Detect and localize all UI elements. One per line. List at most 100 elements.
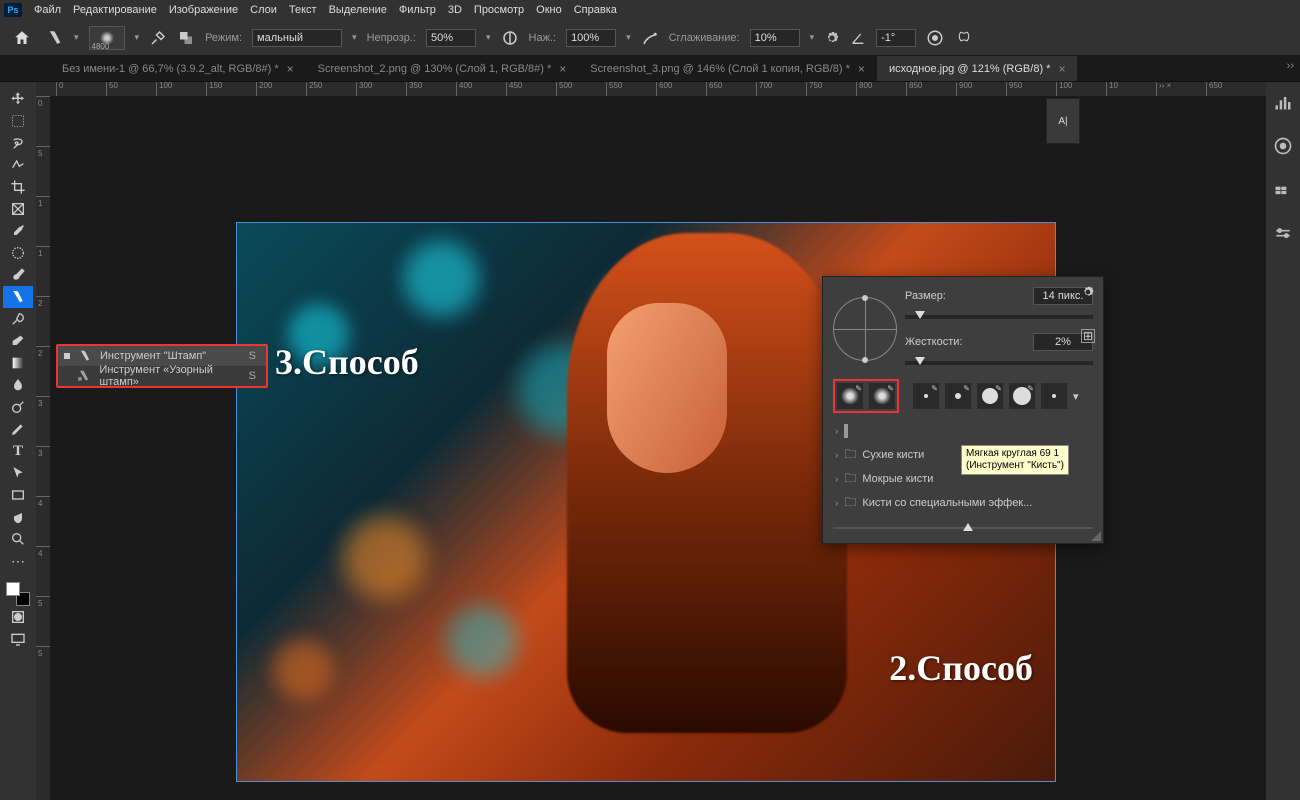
home-button[interactable] xyxy=(8,24,36,52)
zoom-tool[interactable] xyxy=(3,528,33,550)
brush-preset[interactable]: ✎ xyxy=(1009,383,1035,409)
histogram-icon[interactable] xyxy=(1273,92,1293,112)
brush-size-value: 4800 xyxy=(92,42,110,51)
chevron-down-icon[interactable]: ▾ xyxy=(1073,390,1079,403)
flyout-item-clone-stamp[interactable]: Инструмент "Штамп" S xyxy=(58,346,266,366)
resize-handle-icon[interactable] xyxy=(1091,531,1101,541)
history-brush-tool[interactable] xyxy=(3,308,33,330)
menu-view[interactable]: Просмотр xyxy=(474,4,524,16)
marquee-tool[interactable] xyxy=(3,110,33,132)
brush-preset[interactable]: ✎ xyxy=(977,383,1003,409)
pressure-size-icon[interactable] xyxy=(926,29,944,47)
close-icon[interactable]: × xyxy=(559,62,566,76)
spot-heal-tool[interactable] xyxy=(3,242,33,264)
close-icon[interactable]: × xyxy=(858,62,865,76)
menu-filter[interactable]: Фильтр xyxy=(399,4,436,16)
smoothing-input[interactable] xyxy=(750,29,800,47)
foreground-color-swatch[interactable] xyxy=(6,582,20,596)
ruler-tick: 50 xyxy=(106,82,156,96)
brush-preset[interactable]: ✎ xyxy=(913,383,939,409)
flow-input[interactable] xyxy=(566,29,616,47)
brush-angle-control[interactable] xyxy=(833,297,897,361)
menu-type[interactable]: Текст xyxy=(289,4,317,16)
frame-tool[interactable] xyxy=(3,198,33,220)
tool-preset-icon[interactable] xyxy=(46,29,64,47)
airbrush-icon[interactable] xyxy=(641,29,659,47)
brush-preset[interactable]: ✎ xyxy=(869,383,895,409)
swatches-icon[interactable] xyxy=(1273,180,1293,200)
gradient-tool[interactable] xyxy=(3,352,33,374)
ruler-tick: 3 xyxy=(36,446,50,496)
brush-folder[interactable]: › 🗀 Кисти со специальными эффек... xyxy=(833,491,1093,515)
close-icon[interactable]: × xyxy=(1058,62,1065,76)
chevron-down-icon[interactable]: ▾ xyxy=(74,32,79,43)
ruler-horizontal[interactable]: 0 50 100 150 200 250 300 350 400 450 500… xyxy=(36,82,1266,96)
brush-tool[interactable] xyxy=(3,264,33,286)
opacity-input[interactable] xyxy=(426,29,476,47)
path-select-tool[interactable] xyxy=(3,462,33,484)
ruler-extras-box[interactable]: A| xyxy=(1046,98,1080,144)
chevron-down-icon[interactable]: ▾ xyxy=(626,32,631,43)
chevron-down-icon[interactable]: ▾ xyxy=(135,32,140,43)
brush-tooltip: Мягкая круглая 69 1 (Инструмент "Кисть") xyxy=(961,445,1069,475)
gear-icon[interactable] xyxy=(824,30,840,46)
new-brush-icon[interactable]: ⊞ xyxy=(1081,329,1095,343)
brush-preset[interactable]: ✎ xyxy=(945,383,971,409)
brush-settings-panel: ⊞ Размер: Жесткости: ✎ ✎ ✎ ✎ ✎ ✎ xyxy=(822,276,1104,544)
clone-source-icon[interactable] xyxy=(177,29,195,47)
brush-preview-size-slider[interactable] xyxy=(833,523,1093,533)
brush-size-slider[interactable] xyxy=(905,315,1093,319)
brush-folder[interactable]: › xyxy=(833,419,1093,443)
color-icon[interactable] xyxy=(1273,136,1293,156)
brush-preset[interactable] xyxy=(1041,383,1067,409)
angle-input[interactable] xyxy=(876,29,916,47)
document-tab[interactable]: Без имени-1 @ 66,7% (3.9.2_alt, RGB/8#) … xyxy=(50,56,306,81)
close-icon[interactable]: × xyxy=(287,62,294,76)
rectangle-tool[interactable] xyxy=(3,484,33,506)
menu-layers[interactable]: Слои xyxy=(250,4,277,16)
symmetry-icon[interactable] xyxy=(954,29,974,47)
type-tool[interactable]: T xyxy=(3,440,33,462)
adjustments-icon[interactable] xyxy=(1273,224,1293,244)
chevron-down-icon[interactable]: ▾ xyxy=(810,32,815,43)
crop-tool[interactable] xyxy=(3,176,33,198)
ruler-vertical[interactable]: 0 5 1 1 2 2 3 3 4 4 5 5 xyxy=(36,96,50,800)
quick-select-tool[interactable] xyxy=(3,154,33,176)
clone-stamp-tool[interactable] xyxy=(3,286,33,308)
brush-settings-icon[interactable] xyxy=(149,29,167,47)
pressure-opacity-icon[interactable] xyxy=(501,29,519,47)
eraser-tool[interactable] xyxy=(3,330,33,352)
document-tab[interactable]: исходное.jpg @ 121% (RGB/8) * × xyxy=(877,56,1078,81)
tabs-overflow-icon[interactable]: ›› xyxy=(1287,60,1294,72)
menu-edit[interactable]: Редактирование xyxy=(73,4,157,16)
chevron-down-icon[interactable]: ▾ xyxy=(352,32,357,43)
chevron-down-icon[interactable]: ▾ xyxy=(486,32,491,43)
menu-3d[interactable]: 3D xyxy=(448,4,462,16)
pen-tool[interactable] xyxy=(3,418,33,440)
hand-tool[interactable] xyxy=(3,506,33,528)
screen-mode-icon[interactable] xyxy=(3,628,33,650)
menu-help[interactable]: Справка xyxy=(574,4,617,16)
brush-preset[interactable]: ✎ xyxy=(837,383,863,409)
flyout-item-pattern-stamp[interactable]: Инструмент «Узорный штамп» S xyxy=(58,366,266,386)
menu-image[interactable]: Изображение xyxy=(169,4,238,16)
lasso-tool[interactable] xyxy=(3,132,33,154)
edit-toolbar-icon[interactable]: ⋯ xyxy=(3,550,33,572)
chevron-right-icon: › xyxy=(835,498,838,509)
document-tab[interactable]: Screenshot_3.png @ 146% (Слой 1 копия, R… xyxy=(578,56,877,81)
quick-mask-icon[interactable] xyxy=(3,606,33,628)
move-tool[interactable] xyxy=(3,88,33,110)
menu-window[interactable]: Окно xyxy=(536,4,562,16)
mode-select[interactable] xyxy=(252,29,342,47)
chevron-right-icon: › xyxy=(835,474,838,485)
brush-preview[interactable]: 4800 xyxy=(89,26,125,50)
gear-icon[interactable] xyxy=(1081,285,1095,299)
menu-select[interactable]: Выделение xyxy=(329,4,387,16)
dodge-tool[interactable] xyxy=(3,396,33,418)
document-tab[interactable]: Screenshot_2.png @ 130% (Слой 1, RGB/8#)… xyxy=(306,56,579,81)
blur-tool[interactable] xyxy=(3,374,33,396)
eyedropper-tool[interactable] xyxy=(3,220,33,242)
brush-hardness-slider[interactable] xyxy=(905,361,1093,365)
color-swatches[interactable] xyxy=(6,582,30,606)
menu-file[interactable]: Файл xyxy=(34,4,61,16)
